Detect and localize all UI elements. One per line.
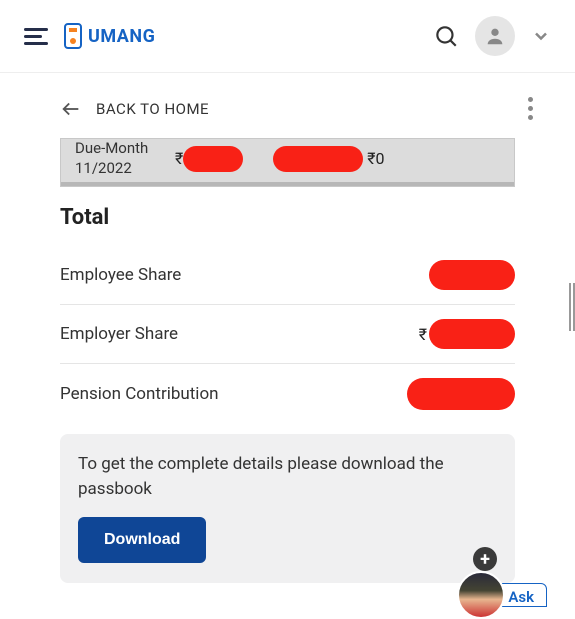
table-row: Due-Month 11/2022 ₹ ₹0 — [75, 139, 504, 178]
umang-logo-icon — [64, 23, 82, 49]
total-label: Pension Contribution — [60, 384, 219, 404]
total-label: Employee Share — [60, 265, 181, 285]
scroll-indicator — [569, 283, 575, 331]
rupee-prefix: ₹ — [419, 325, 427, 344]
rupee-prefix: ₹ — [175, 149, 183, 168]
back-label: BACK TO HOME — [96, 100, 209, 118]
profile-avatar[interactable] — [475, 16, 515, 56]
hamburger-menu-icon[interactable] — [24, 28, 48, 45]
row-label: Due-Month 11/2022 — [75, 139, 175, 178]
redacted-value — [429, 260, 515, 290]
total-row-pension-contribution: Pension Contribution — [60, 364, 515, 424]
assistant-avatar-icon — [457, 571, 505, 619]
arrow-left-icon — [60, 98, 82, 120]
total-row-employee-share: Employee Share — [60, 246, 515, 305]
search-icon[interactable] — [433, 23, 459, 49]
redacted-value — [273, 146, 363, 172]
header-right — [433, 16, 551, 56]
download-button[interactable]: Download — [78, 517, 206, 563]
redacted-value — [407, 378, 515, 410]
note-text: To get the complete details please downl… — [78, 452, 497, 501]
chevron-down-icon[interactable] — [531, 26, 551, 46]
back-to-home-button[interactable]: BACK TO HOME — [60, 98, 209, 120]
plus-icon[interactable]: + — [473, 547, 497, 571]
ask-assistant-widget[interactable]: Ask — [457, 571, 547, 619]
download-note-card: To get the complete details please downl… — [60, 434, 515, 583]
zero-value: ₹0 — [367, 149, 384, 168]
back-row: BACK TO HOME — [24, 91, 551, 126]
redacted-value — [429, 319, 515, 349]
header-left: UMANG — [24, 23, 155, 49]
brand-logo[interactable]: UMANG — [64, 23, 155, 49]
more-menu-icon[interactable] — [522, 91, 539, 126]
total-row-employer-share: Employer Share ₹ — [60, 305, 515, 364]
user-icon — [484, 25, 506, 47]
totals-title: Total — [60, 205, 515, 230]
totals-section: Total Employee Share Employer Share ₹ Pe… — [24, 187, 551, 424]
app-header: UMANG — [0, 0, 575, 73]
page-content: BACK TO HOME Due-Month 11/2022 ₹ ₹0 Tota… — [0, 73, 575, 583]
brand-name: UMANG — [88, 26, 155, 47]
redacted-value — [183, 146, 243, 172]
row-values: ₹ ₹0 — [175, 146, 504, 172]
total-label: Employer Share — [60, 324, 178, 344]
contribution-summary-card: Due-Month 11/2022 ₹ ₹0 — [60, 138, 515, 187]
